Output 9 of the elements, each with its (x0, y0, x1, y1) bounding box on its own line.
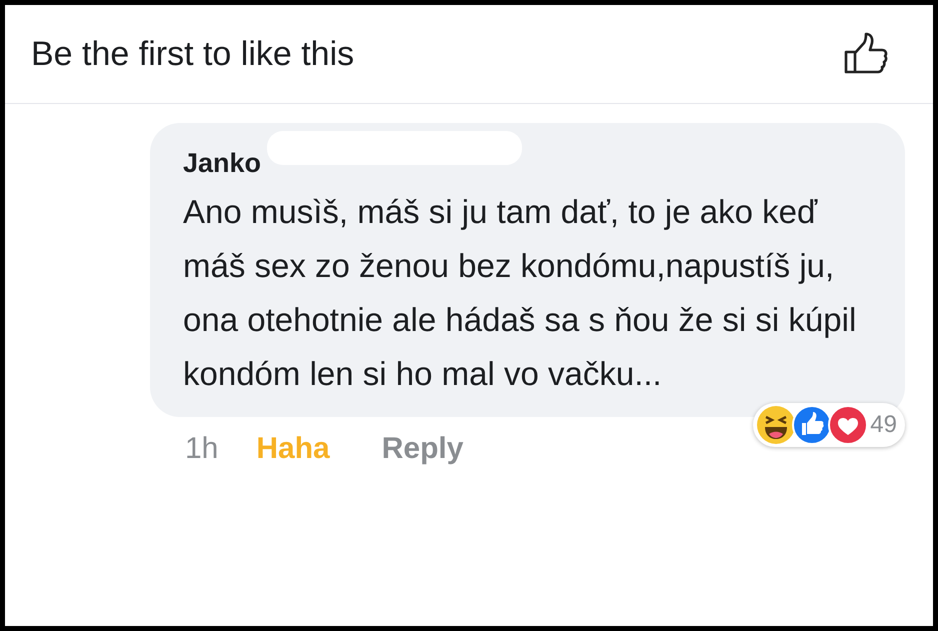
comment-action[interactable]: Haha (256, 426, 330, 470)
laughing-face-icon (756, 405, 796, 445)
author-name[interactable]: Janko (183, 142, 262, 184)
comment-action[interactable]: Reply (382, 426, 464, 470)
comment-text: Ano musìš, máš si ju tam dať, to je ako keď máš sex zo ženou bez kondómu,napustíš ju, ona otehotnie ale hádaš sa s ňou že si si kúpil kondóm len si ho mal vo vačku... (183, 192, 858, 394)
reaction-summary[interactable]: 49 (753, 403, 905, 447)
comment-time: 1h (185, 430, 218, 466)
reaction-count: 49 (870, 410, 897, 440)
likes-summary: Be the first to like this (31, 34, 354, 74)
